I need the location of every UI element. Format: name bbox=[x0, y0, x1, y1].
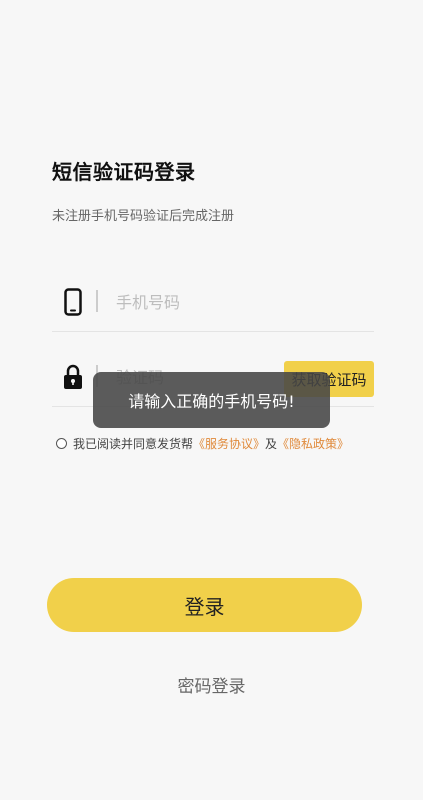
privacy-policy-link[interactable]: 《隐私政策》 bbox=[277, 435, 349, 452]
page-title: 短信验证码登录 bbox=[52, 160, 196, 184]
agreement-row: 我已阅读并同意发货帮 《服务协议》 及 《隐私政策》 bbox=[56, 433, 349, 453]
field-divider bbox=[96, 290, 98, 312]
login-button[interactable]: 登录 bbox=[47, 578, 362, 632]
agreement-checkbox[interactable] bbox=[56, 437, 67, 449]
password-login-link[interactable]: 密码登录 bbox=[0, 672, 423, 697]
phone-icon bbox=[62, 287, 84, 317]
service-agreement-link[interactable]: 《服务协议》 bbox=[193, 435, 265, 452]
error-toast: 请输入正确的手机号码! bbox=[93, 372, 330, 428]
phone-row bbox=[52, 272, 374, 332]
lock-icon bbox=[62, 362, 84, 392]
phone-input[interactable] bbox=[116, 286, 286, 318]
agreement-text: 我已阅读并同意发货帮 bbox=[73, 436, 194, 451]
agreement-and: 及 bbox=[265, 436, 278, 451]
page-subtitle: 未注册手机号码验证后完成注册 bbox=[52, 209, 235, 224]
login-screen: 短信验证码登录 未注册手机号码验证后完成注册 获取验证码 我已阅读并同意发货帮 … bbox=[0, 0, 423, 800]
